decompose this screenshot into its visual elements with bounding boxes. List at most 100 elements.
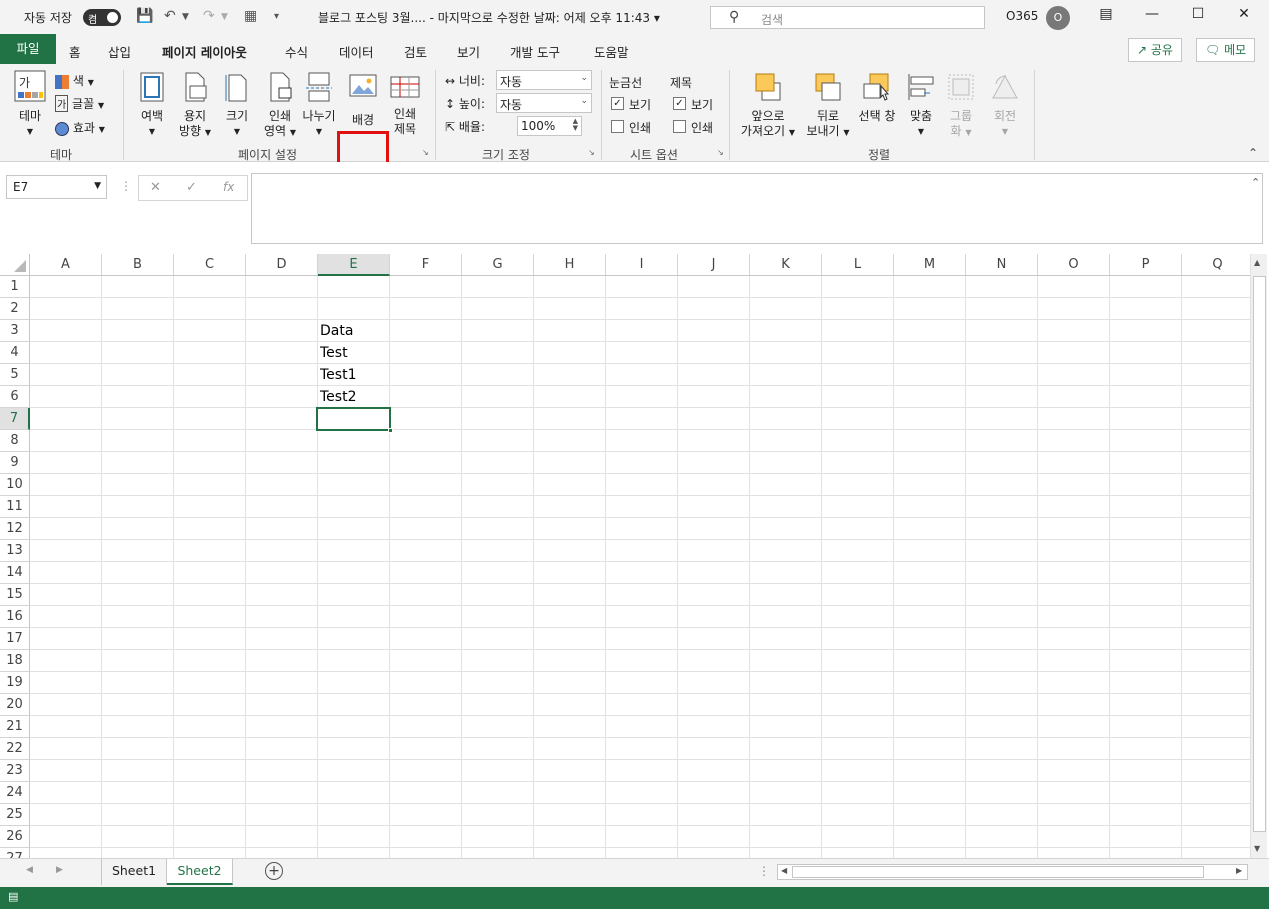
tab-data[interactable]: 데이터 (339, 42, 374, 61)
tab-review[interactable]: 검토 (404, 42, 427, 61)
column-header-G[interactable]: G (462, 254, 534, 276)
row-header-15[interactable]: 15 (0, 584, 30, 606)
column-header-Q[interactable]: Q (1182, 254, 1254, 276)
group-objects-button[interactable]: 그룹 화 ▼ (943, 72, 979, 140)
gridlines-view-checkbox[interactable]: ✓ (611, 97, 624, 110)
scroll-right-icon[interactable]: ▶ (1236, 866, 1242, 875)
select-all-button[interactable] (0, 254, 30, 276)
accessibility-icon[interactable]: ▤ (8, 890, 18, 903)
comments-button[interactable]: 🗨 메모 (1196, 38, 1256, 62)
column-header-F[interactable]: F (390, 254, 462, 276)
row-header-1[interactable]: 1 (0, 276, 30, 298)
autosave-toggle[interactable]: 켬 (83, 9, 121, 26)
save-icon[interactable]: 💾 (136, 8, 153, 24)
row-header-22[interactable]: 22 (0, 738, 30, 760)
cell-E4[interactable]: Test (317, 342, 348, 364)
column-header-N[interactable]: N (966, 254, 1038, 276)
tab-developer[interactable]: 개발 도구 (510, 42, 560, 61)
minimize-icon[interactable]: — (1137, 6, 1167, 22)
row-header-10[interactable]: 10 (0, 474, 30, 496)
prev-sheet-icon[interactable]: ◀ (26, 865, 33, 875)
page-setup-launcher-icon[interactable]: ↘ (422, 148, 429, 157)
avatar[interactable]: O (1046, 6, 1070, 30)
share-button[interactable]: ↗ 공유 (1128, 38, 1182, 62)
cancel-icon[interactable]: ✕ (150, 180, 161, 195)
row-header-25[interactable]: 25 (0, 804, 30, 826)
row-header-24[interactable]: 24 (0, 782, 30, 804)
sheet-tab-sheet2[interactable]: Sheet2 (167, 859, 233, 885)
bring-forward-button[interactable]: 앞으로 가져오기 ▼ (737, 72, 799, 140)
row-header-20[interactable]: 20 (0, 694, 30, 716)
row-header-6[interactable]: 6 (0, 386, 30, 408)
row-header-14[interactable]: 14 (0, 562, 30, 584)
margins-button[interactable]: 여백 ▼ (132, 72, 172, 139)
row-header-27[interactable]: 27 (0, 848, 30, 858)
row-header-2[interactable]: 2 (0, 298, 30, 320)
column-header-P[interactable]: P (1110, 254, 1182, 276)
print-area-button[interactable]: 인쇄 영역 ▼ (258, 72, 302, 140)
row-header-5[interactable]: 5 (0, 364, 30, 386)
rotate-button[interactable]: 회전 ▼ (985, 72, 1025, 139)
name-box[interactable]: E7 ▼ (6, 175, 107, 199)
user-name[interactable]: O365 (1006, 9, 1038, 23)
theme-effects-button[interactable]: 효과 ▼ (55, 119, 105, 136)
ribbon-display-icon[interactable]: ▤ (1091, 6, 1121, 22)
redo-dropdown-icon[interactable]: ▼ (221, 12, 228, 22)
tab-file[interactable]: 파일 (0, 34, 56, 64)
row-header-4[interactable]: 4 (0, 342, 30, 364)
form-icon[interactable]: ▦ (244, 8, 257, 24)
cell-E6[interactable]: Test2 (317, 386, 356, 408)
row-header-17[interactable]: 17 (0, 628, 30, 650)
undo-dropdown-icon[interactable]: ▼ (182, 12, 189, 22)
column-header-D[interactable]: D (246, 254, 318, 276)
cell-E5[interactable]: Test1 (317, 364, 356, 386)
tab-splitter-icon[interactable]: ⋮ (758, 864, 770, 878)
headings-print-checkbox[interactable] (673, 120, 686, 133)
theme-colors-button[interactable]: 색 ▼ (55, 72, 94, 89)
width-select[interactable]: 자동 ⌄ (496, 70, 592, 90)
column-header-C[interactable]: C (174, 254, 246, 276)
tab-help[interactable]: 도움말 (594, 42, 629, 61)
document-title[interactable]: 블로그 포스팅 3월.... - 마지막으로 수정한 날짜: 어제 오후 11:… (318, 9, 660, 26)
tab-formulas[interactable]: 수식 (285, 42, 308, 61)
selection-pane-button[interactable]: 선택 창 (855, 72, 899, 124)
background-button[interactable]: 배경 (342, 72, 384, 128)
breaks-button[interactable]: 나누기 ▼ (300, 72, 338, 139)
tab-insert[interactable]: 삽입 (108, 42, 131, 61)
theme-fonts-button[interactable]: 가 글꼴 ▼ (55, 95, 104, 112)
tab-view[interactable]: 보기 (457, 42, 480, 61)
print-titles-button[interactable]: 인쇄 제목 (387, 72, 423, 137)
enter-icon[interactable]: ✓ (186, 180, 197, 195)
row-header-13[interactable]: 13 (0, 540, 30, 562)
size-button[interactable]: 크기 ▼ (219, 72, 255, 139)
insert-function-icon[interactable]: fx (223, 180, 234, 194)
tab-page-layout[interactable]: 페이지 레이아웃 (162, 42, 247, 68)
cell-E3[interactable]: Data (317, 320, 353, 342)
headings-view-checkbox[interactable]: ✓ (673, 97, 686, 110)
orientation-button[interactable]: 용지 방향 ▼ (175, 72, 215, 140)
collapse-ribbon-icon[interactable]: ⌃ (1248, 146, 1258, 160)
send-backward-button[interactable]: 뒤로 보내기 ▼ (802, 72, 854, 140)
horizontal-scroll-thumb[interactable] (792, 866, 1204, 878)
row-header-12[interactable]: 12 (0, 518, 30, 540)
column-header-I[interactable]: I (606, 254, 678, 276)
customize-qat-icon[interactable]: ▾ (274, 11, 279, 22)
gridlines-print-checkbox[interactable] (611, 120, 624, 133)
column-header-A[interactable]: A (30, 254, 102, 276)
scroll-down-icon[interactable]: ▼ (1254, 844, 1260, 853)
row-header-7[interactable]: 7 (0, 408, 30, 430)
row-header-8[interactable]: 8 (0, 430, 30, 452)
column-header-L[interactable]: L (822, 254, 894, 276)
scale-launcher-icon[interactable]: ↘ (588, 148, 595, 157)
new-sheet-icon[interactable]: + (265, 862, 283, 880)
close-icon[interactable]: ✕ (1229, 6, 1259, 22)
active-cell-E7[interactable] (316, 407, 393, 433)
scroll-up-icon[interactable]: ▲ (1254, 258, 1260, 267)
sheet-tab-sheet1[interactable]: Sheet1 (101, 859, 167, 885)
scale-spinner[interactable]: 100% ▲ ▼ (517, 116, 582, 136)
search-box[interactable]: ⚲ 검색 (710, 6, 985, 29)
horizontal-scrollbar[interactable]: ◀ ▶ (777, 864, 1248, 880)
expand-formula-bar-icon[interactable]: ⌃ (1251, 176, 1260, 189)
column-header-H[interactable]: H (534, 254, 606, 276)
sheet-options-launcher-icon[interactable]: ↘ (717, 148, 724, 157)
